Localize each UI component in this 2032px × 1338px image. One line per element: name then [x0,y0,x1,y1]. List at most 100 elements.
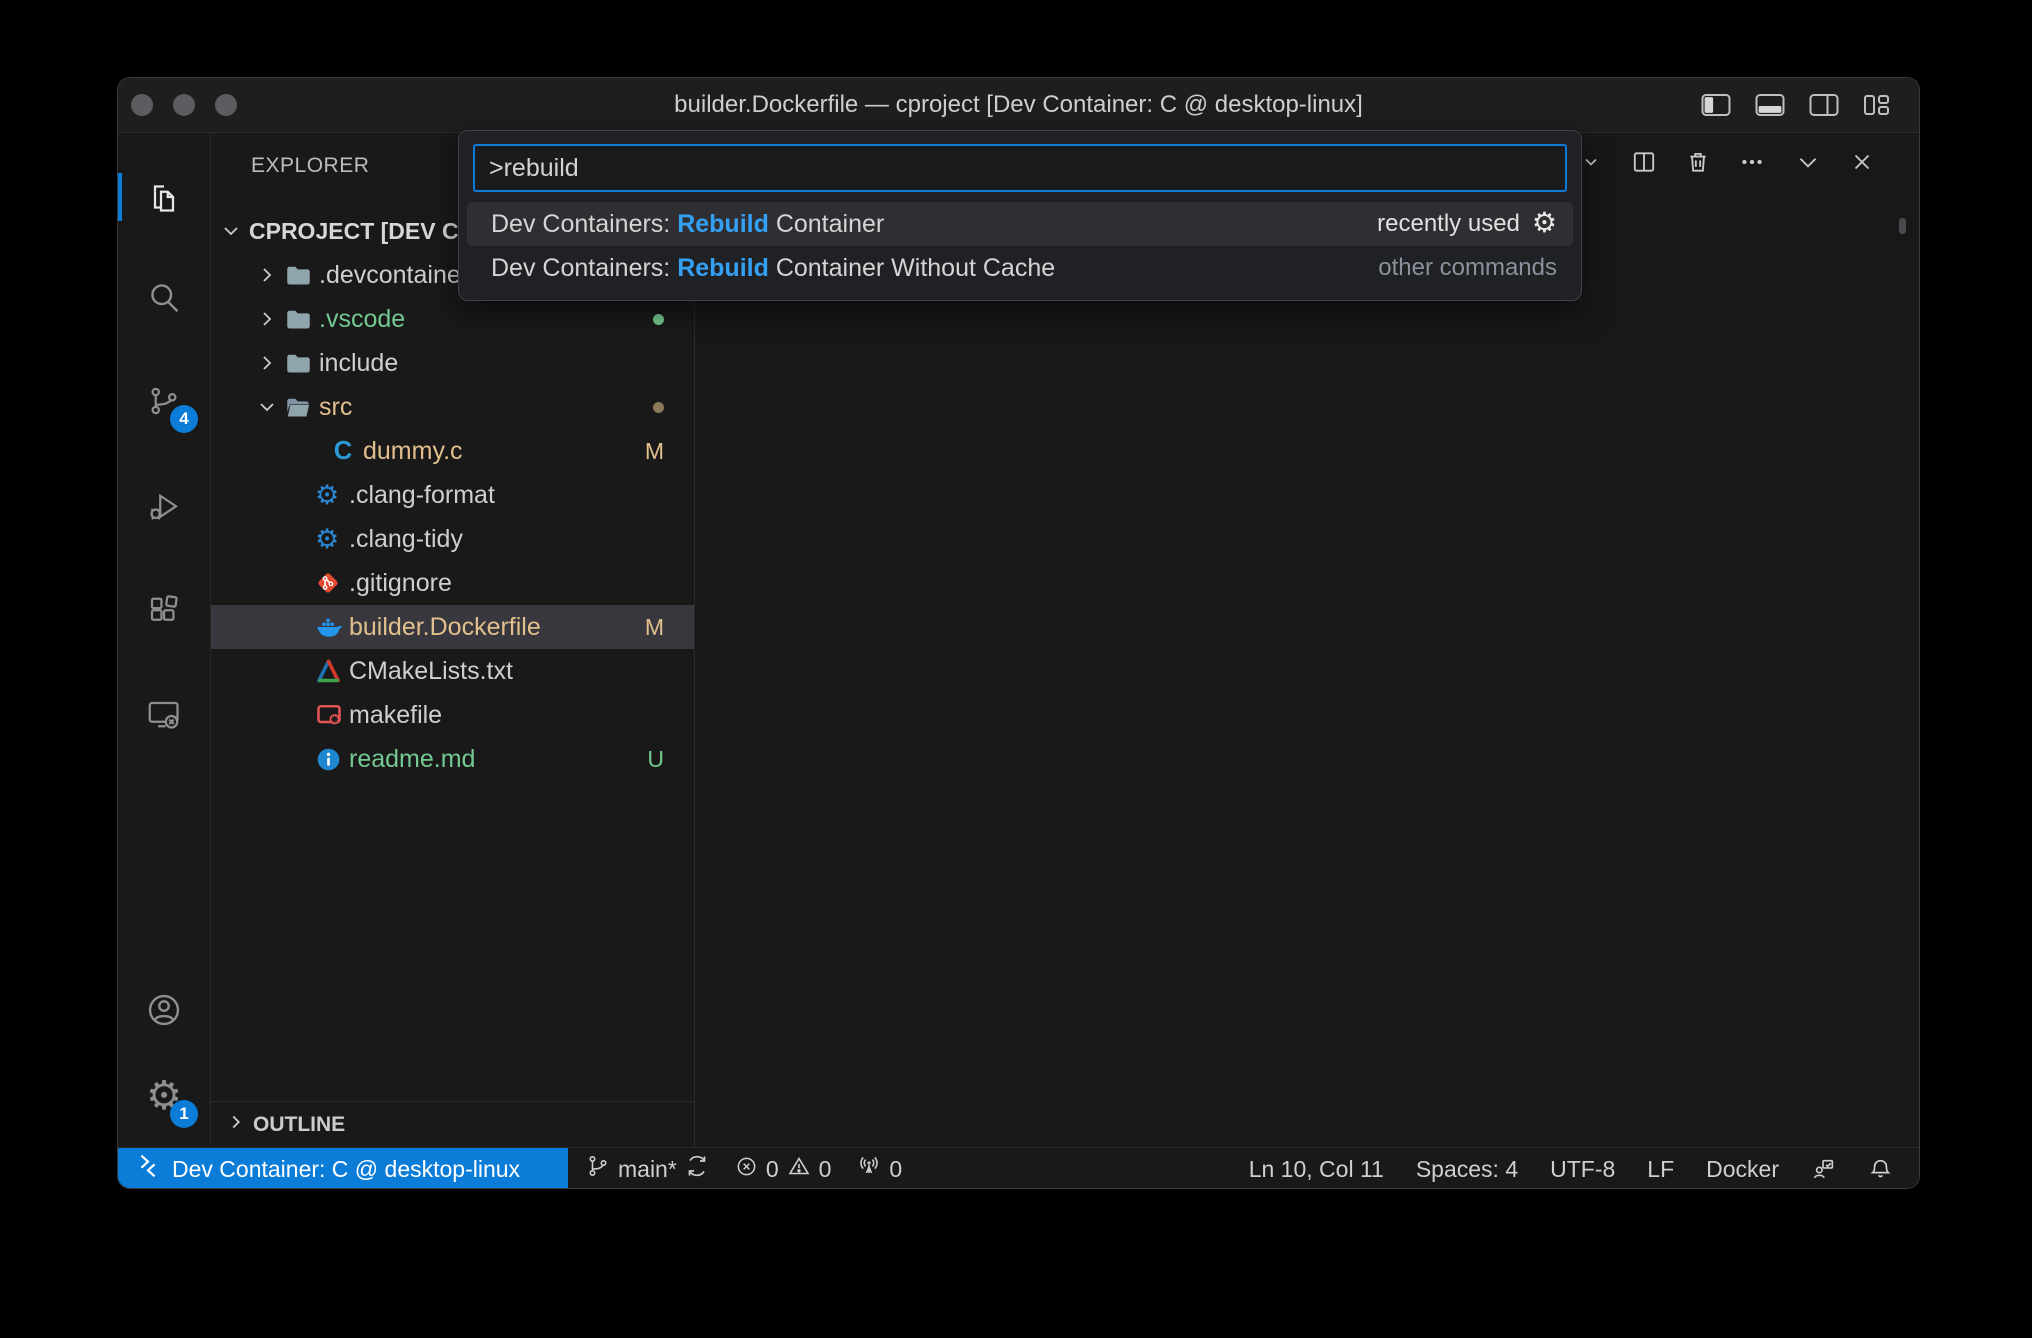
remote-icon [136,1154,160,1184]
vscode-window: builder.Dockerfile — cproject [Dev Conta… [118,78,1919,1188]
chevron-down-icon[interactable] [255,395,285,419]
customize-layout-icon[interactable] [1863,93,1891,117]
command-palette: >rebuild Dev Containers: Rebuild Contain… [458,130,1582,301]
git-decoration-dot [653,314,664,325]
toggle-panel-icon[interactable] [1755,93,1785,117]
search-icon [146,279,182,315]
activity-bar-item-accounts[interactable] [118,976,210,1044]
panel-scrollbar-thumb[interactable] [1899,218,1906,234]
remote-explorer-icon [146,697,182,733]
c-file-icon: C [329,437,363,465]
activity-bar-item-explorer[interactable] [118,163,210,231]
tree-row-makefile[interactable]: makefile [211,693,694,737]
match-highlight: Rebuild [677,254,769,282]
terminal-dropdown-chevron-icon[interactable] [1581,152,1601,172]
docker-file-icon [315,614,349,640]
activity-bar-item-extensions[interactable] [118,577,210,645]
chevron-right-icon[interactable] [255,263,285,287]
tree-item-label: .gitignore [349,569,452,598]
restore-panel-chevron-down-icon[interactable] [1795,149,1821,175]
eol-item[interactable]: LF [1647,1156,1674,1183]
tree-row-cmakelists.txt[interactable]: CMakeLists.txt [211,649,694,693]
chevron-right-icon [225,1111,247,1139]
settings-badge: 1 [170,1100,198,1128]
close-panel-icon[interactable] [1849,149,1875,175]
command-result-rebuild-container[interactable]: Dev Containers: Rebuild Containerrecentl… [467,202,1573,246]
git-status-badge: M [645,438,664,465]
language-mode-item[interactable]: Docker [1706,1156,1779,1183]
command-label: Dev Containers: Rebuild Container [491,210,884,239]
folder-file-icon [285,262,319,289]
tree-item-label: .clang-format [349,481,495,510]
radio-tower-icon [857,1154,881,1184]
panel-toolbar [1541,149,1875,175]
close-window-button[interactable] [131,94,153,116]
notifications-bell-icon[interactable] [1868,1157,1893,1182]
activity-bar-item-settings[interactable]: ⚙1 [118,1062,210,1130]
chevron-right-icon[interactable] [255,307,285,331]
sync-icon [685,1154,709,1184]
ports-status-item[interactable]: 0 [857,1154,902,1184]
activity-bar-item-source-control[interactable]: 4 [118,367,210,435]
minimize-window-button[interactable] [173,94,195,116]
tree-item-label: CMakeLists.txt [349,657,513,686]
accounts-icon [145,991,183,1029]
tree-row-.clang-format[interactable]: ⚙.clang-format [211,473,694,517]
branch-status-item[interactable]: main* [586,1154,709,1184]
tree-row-builder.dockerfile[interactable]: builder.DockerfileM [211,605,694,649]
tree-item-label: .clang-tidy [349,525,463,554]
chevron-right-icon[interactable] [255,351,285,375]
git-decoration-dot [653,402,664,413]
errors-icon [735,1155,758,1184]
tree-item-label: dummy.c [363,437,463,466]
outline-label: OUTLINE [253,1113,345,1137]
tree-item-label: include [319,349,398,378]
tree-row-.vscode[interactable]: .vscode [211,297,694,341]
tree-row-src[interactable]: src [211,385,694,429]
zoom-window-button[interactable] [215,94,237,116]
command-result-rebuild-container-without-cache[interactable]: Dev Containers: Rebuild Container Withou… [467,246,1573,290]
kill-terminal-trash-icon[interactable] [1685,149,1711,175]
tree-row-.gitignore[interactable]: .gitignore [211,561,694,605]
folder-file-icon [285,306,319,333]
remote-indicator[interactable]: Dev Container: C @ desktop-linux [118,1148,568,1188]
problems-status-item[interactable]: 0 0 [735,1154,832,1184]
split-terminal-icon[interactable] [1631,149,1657,175]
match-highlight: Rebuild [677,210,769,238]
command-label: Dev Containers: Rebuild Container Withou… [491,254,1055,283]
cursor-position-item[interactable]: Ln 10, Col 11 [1249,1156,1384,1183]
tree-item-label: .vscode [319,305,405,334]
tree-item-label: builder.Dockerfile [349,613,541,642]
panel-more-actions-icon[interactable] [1739,149,1765,175]
status-bar: Dev Container: C @ desktop-linux main* 0… [118,1147,1919,1188]
tree-row-.clang-tidy[interactable]: ⚙.clang-tidy [211,517,694,561]
cmake-file-icon [315,658,349,685]
activity-bar-item-search[interactable] [118,263,210,331]
makefile-file-icon [315,701,349,729]
toggle-primary-sidebar-icon[interactable] [1701,93,1731,117]
activity-bar-item-run-debug[interactable] [118,473,210,541]
toggle-secondary-sidebar-icon[interactable] [1809,93,1839,117]
tree-row-dummy.c[interactable]: Cdummy.c M [211,429,694,473]
gear-file-icon: ⚙ [315,526,349,553]
chevron-down-icon[interactable] [219,219,249,243]
outline-section-header[interactable]: OUTLINE [211,1101,694,1147]
encoding-item[interactable]: UTF-8 [1550,1156,1615,1183]
tree-row-include[interactable]: include [211,341,694,385]
configure-keybinding-gear-icon[interactable]: ⚙ [1532,209,1557,239]
command-palette-input[interactable]: >rebuild [473,144,1567,192]
git-status-badge: U [647,746,664,773]
tree-item-label: .devcontainer [319,261,469,290]
ports-count: 0 [889,1156,902,1183]
warnings-icon [787,1154,811,1184]
remote-label: Dev Container: C @ desktop-linux [172,1156,520,1183]
command-query-text: >rebuild [489,154,579,183]
tree-row-readme.md[interactable]: readme.mdU [211,737,694,781]
feedback-icon[interactable] [1811,1157,1836,1182]
git-branch-icon [586,1154,610,1184]
file-tree: CPROJECT [DEV CONTAINER: C @ DESKTOP-LIN… [211,199,694,1101]
activity-bar-item-remote-explorer[interactable] [118,681,210,749]
git-file-icon [315,570,349,596]
indentation-item[interactable]: Spaces: 4 [1416,1156,1518,1183]
titlebar-layout-actions [1701,78,1891,132]
